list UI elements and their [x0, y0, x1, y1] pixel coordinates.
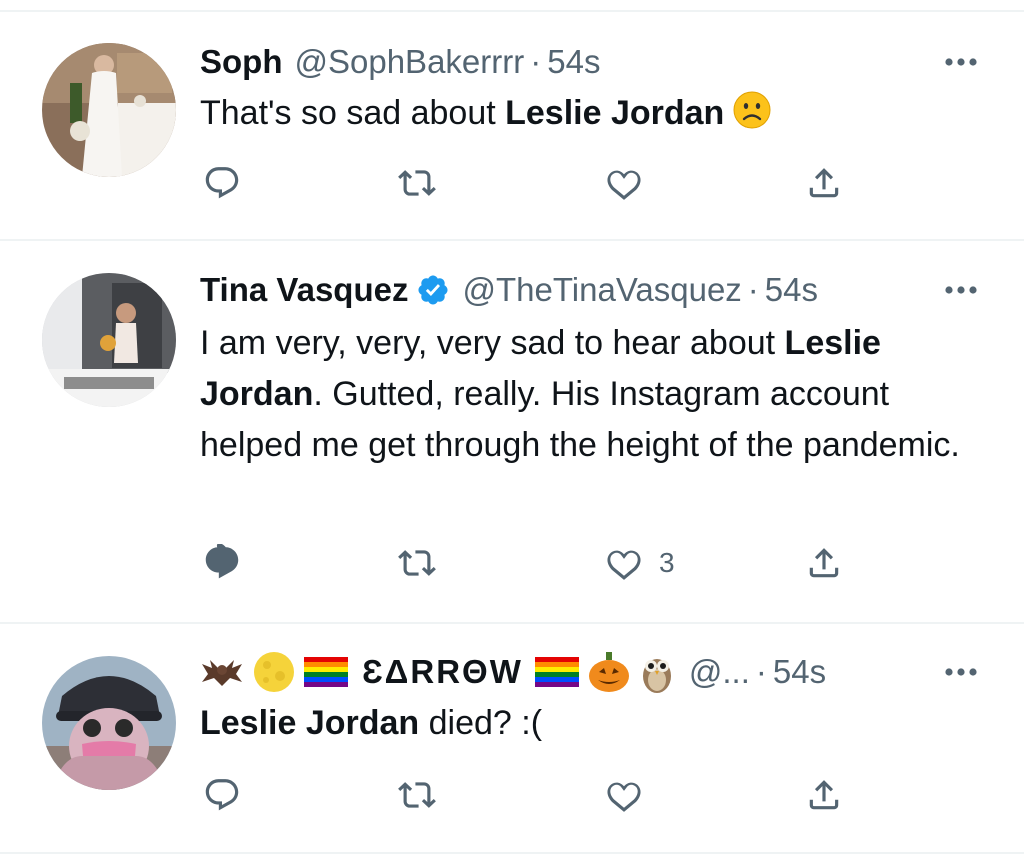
- tweet-carrow[interactable]: ƐΔRRΘW @... · 54s Leslie Jordan died? :(: [0, 624, 1024, 860]
- retweet-icon: [398, 782, 436, 808]
- like-icon: [607, 782, 641, 812]
- share-icon: [809, 780, 839, 810]
- text-segment: . Gutted, really. His Instagram account …: [200, 375, 960, 464]
- display-name[interactable]: ƐΔRRΘW: [362, 650, 523, 694]
- tweet-header: Tina Vasquez @TheTinaVasquez · 54s: [200, 268, 818, 312]
- retweet-icon: [398, 550, 436, 576]
- like-button[interactable]: [605, 164, 643, 202]
- separator-dot: ·: [755, 653, 767, 690]
- avatar[interactable]: [42, 273, 176, 407]
- text-segment: That's so sad about: [200, 94, 506, 132]
- username[interactable]: @...: [689, 650, 750, 694]
- owl-icon: [639, 650, 675, 694]
- text-bold: Leslie: [784, 324, 881, 362]
- reply-button[interactable]: [203, 544, 241, 582]
- more-icon[interactable]: [944, 650, 978, 694]
- username[interactable]: @SophBakerrrr: [294, 40, 524, 84]
- retweet-button[interactable]: [398, 164, 436, 202]
- separator-dot: ·: [747, 271, 759, 308]
- more-icon[interactable]: [944, 268, 978, 312]
- reply-icon: [205, 544, 239, 579]
- share-icon: [809, 548, 839, 578]
- tweet-text: That's so sad about Leslie Jordan: [200, 88, 1000, 139]
- rainbow-flag-icon: [304, 657, 348, 687]
- reply-button[interactable]: [203, 164, 241, 202]
- full-moon-icon: [252, 650, 296, 694]
- tweet-soph[interactable]: Soph @SophBakerrrr · 54s That's so sad a…: [0, 0, 1024, 240]
- tweet-tina[interactable]: Tina Vasquez @TheTinaVasquez · 54s I am …: [0, 240, 1024, 624]
- avatar[interactable]: [42, 43, 176, 177]
- timestamp[interactable]: 54s: [773, 650, 826, 694]
- timestamp[interactable]: 54s: [547, 40, 600, 84]
- display-name[interactable]: Tina Vasquez: [200, 268, 408, 312]
- retweet-button[interactable]: [398, 544, 436, 582]
- share-button[interactable]: [805, 776, 843, 814]
- retweet-icon: [398, 170, 436, 196]
- retweet-button[interactable]: [398, 776, 436, 814]
- rainbow-flag-icon: [534, 657, 579, 687]
- bat-icon: [200, 652, 244, 692]
- text-bold: Leslie Jordan: [200, 704, 420, 742]
- tweet-text: I am very, very, very sad to hear about …: [200, 318, 990, 471]
- timestamp[interactable]: 54s: [765, 268, 818, 312]
- reply-button[interactable]: [203, 776, 241, 814]
- tweet-text: Leslie Jordan died? :(: [200, 698, 1000, 749]
- display-name[interactable]: Soph: [200, 40, 282, 84]
- bottom-divider: [0, 852, 1024, 854]
- like-icon: [607, 550, 641, 580]
- frowning-face-icon: [732, 90, 772, 130]
- separator-dot: ·: [530, 43, 542, 80]
- like-button[interactable]: 3: [605, 544, 675, 582]
- reply-icon: [205, 167, 239, 199]
- username[interactable]: @TheTinaVasquez: [462, 268, 741, 312]
- reply-icon: [205, 779, 239, 811]
- share-button[interactable]: [805, 164, 843, 202]
- tweet-header: ƐΔRRΘW @... · 54s: [200, 650, 826, 694]
- text-bold: Jordan: [200, 375, 314, 413]
- like-count: 3: [659, 547, 675, 578]
- like-button[interactable]: [605, 776, 643, 814]
- avatar[interactable]: [42, 656, 176, 790]
- like-icon: [607, 170, 641, 200]
- text-segment: I am very, very, very sad to hear about: [200, 324, 785, 362]
- text-bold: Leslie Jordan: [505, 94, 725, 132]
- jack-o-lantern-icon: [587, 650, 631, 694]
- tweet-header: Soph @SophBakerrrr · 54s: [200, 40, 600, 84]
- share-button[interactable]: [805, 544, 843, 582]
- more-icon[interactable]: [944, 40, 978, 84]
- share-icon: [809, 168, 839, 198]
- verified-badge-icon: [416, 273, 450, 307]
- text-segment: died? :(: [419, 704, 543, 742]
